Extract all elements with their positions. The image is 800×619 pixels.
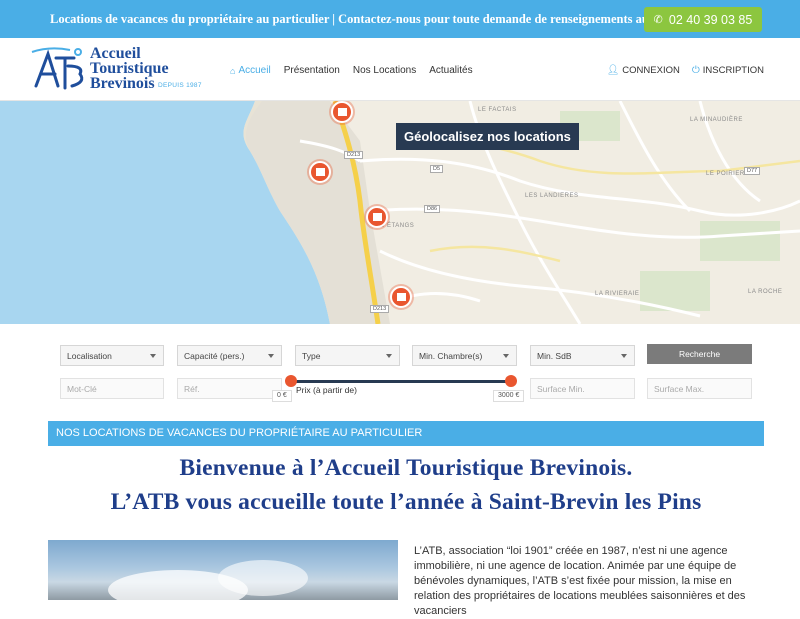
phone-icon: ✆ [653,14,663,26]
select-value: Min. SdB [537,351,572,361]
site-header: Accueil Touristique Brevinois DEPUIS 198… [0,38,800,101]
register-label: INSCRIPTION [702,65,764,76]
road-label: D77 [744,167,761,175]
nav-item-label: Actualités [429,65,473,76]
nav-item-accueil[interactable]: ⌂ Accueil [230,65,271,76]
map-place-label: LA RIVIERAIE [595,291,640,297]
map-title: Géolocalisez nos locations [396,123,579,150]
map-pin-location[interactable] [390,286,412,308]
building-icon [396,293,406,301]
select-value: Type [302,351,321,361]
phone-button[interactable]: ✆ 02 40 39 03 85 [644,7,762,32]
chevron-down-icon [268,354,274,358]
road-label: D86 [424,205,441,213]
top-bar: Locations de vacances du propriétaire au… [0,0,800,38]
section-banner: NOS LOCATIONS DE VACANCES DU PROPRIÉTAIR… [48,421,764,446]
nav-item-nos-locations[interactable]: Nos Locations [353,65,416,76]
site-logo[interactable]: Accueil Touristique Brevinois DEPUIS 198… [30,44,205,96]
nav-item-label: Présentation [283,65,340,76]
building-icon [337,108,347,116]
surface-max-input[interactable]: Surface Max. [647,378,752,399]
logo-since: DEPUIS 1987 [158,82,202,89]
select-value: Capacité (pers.) [184,351,245,361]
map-place-label: LA MINAUDIÈRE [690,117,743,123]
login-label: CONNEXION [622,65,680,76]
min-chambre-select[interactable]: Min. Chambre(s) [412,345,517,366]
price-min-value: 0 € [272,390,292,402]
road-label: D5 [430,165,444,173]
map-place-label: LE FACTAIS [478,107,517,113]
mot-cle-input[interactable]: Mot-Clé [60,378,164,399]
chevron-down-icon [621,354,627,358]
auth-links: 👤︎ CONNEXION ⏻ INSCRIPTION [607,65,764,76]
login-link[interactable]: 👤︎ CONNEXION [607,65,680,76]
reference-input[interactable]: Réf. [177,378,282,399]
road-label: D213 [344,151,364,159]
photo-cloud [218,560,308,596]
user-icon: 👤︎ [606,65,620,76]
logo-text-line3: Brevinois [90,75,155,92]
main-nav: ⌂ Accueil Présentation Nos Locations Act… [230,65,473,76]
nav-item-label: Nos Locations [352,65,417,76]
chevron-down-icon [503,354,509,358]
map-place-label: LA ROCHE [748,289,783,295]
localisation-select[interactable]: Localisation [60,345,164,366]
topbar-tagline: Locations de vacances du propriétaire au… [50,12,649,26]
map-pin-location[interactable] [309,161,331,183]
nav-item-actualites[interactable]: Actualités [429,65,472,76]
search-button[interactable]: Recherche [647,344,752,364]
capacite-select[interactable]: Capacité (pers.) [177,345,282,366]
select-value: Min. Chambre(s) [419,351,483,361]
hero-photo [48,540,398,600]
map-place-label: LES LANDIERES [525,193,579,199]
register-link[interactable]: ⏻ INSCRIPTION [692,65,764,76]
building-icon [315,168,325,176]
phone-number: 02 40 39 03 85 [668,12,753,27]
surface-min-input[interactable]: Surface Min. [530,378,635,399]
logo-text-line1: Accueil [90,45,141,62]
logo-text-line2: Touristique [90,60,169,77]
road-label: D213 [370,305,390,313]
nav-item-presentation[interactable]: Présentation [284,65,340,76]
map-pin-location[interactable] [331,101,353,123]
power-icon: ⏻ [691,65,700,76]
building-icon [372,213,382,221]
min-sdb-select[interactable]: Min. SdB [530,345,635,366]
select-value: Localisation [67,351,112,361]
map-pin-location[interactable] [366,206,388,228]
price-max-value: 3000 € [493,390,525,402]
chevron-down-icon [386,354,392,358]
price-slider-track[interactable] [291,380,511,383]
welcome-title-line2: L’ATB vous accueille toute l’année à Sai… [110,489,702,515]
intro-paragraph: L’ATB, association “loi 1901” créée en 1… [414,545,746,617]
locations-map[interactable]: LE FACTAIS LA MINAUDIÈRE LES LANDIERES L… [0,101,800,324]
nav-item-label: Accueil [238,65,271,76]
welcome-title-line1: Bienvenue à l’Accueil Touristique Brevin… [179,455,633,481]
map-place-label: LE POIRIER [706,171,745,177]
type-select[interactable]: Type [295,345,400,366]
chevron-down-icon [150,354,156,358]
price-slider-max-handle[interactable] [505,375,517,387]
price-slider-label: Prix (à partir de) [296,385,357,395]
home-icon: ⌂ [230,65,236,76]
atb-logo-mark-icon [31,47,84,90]
